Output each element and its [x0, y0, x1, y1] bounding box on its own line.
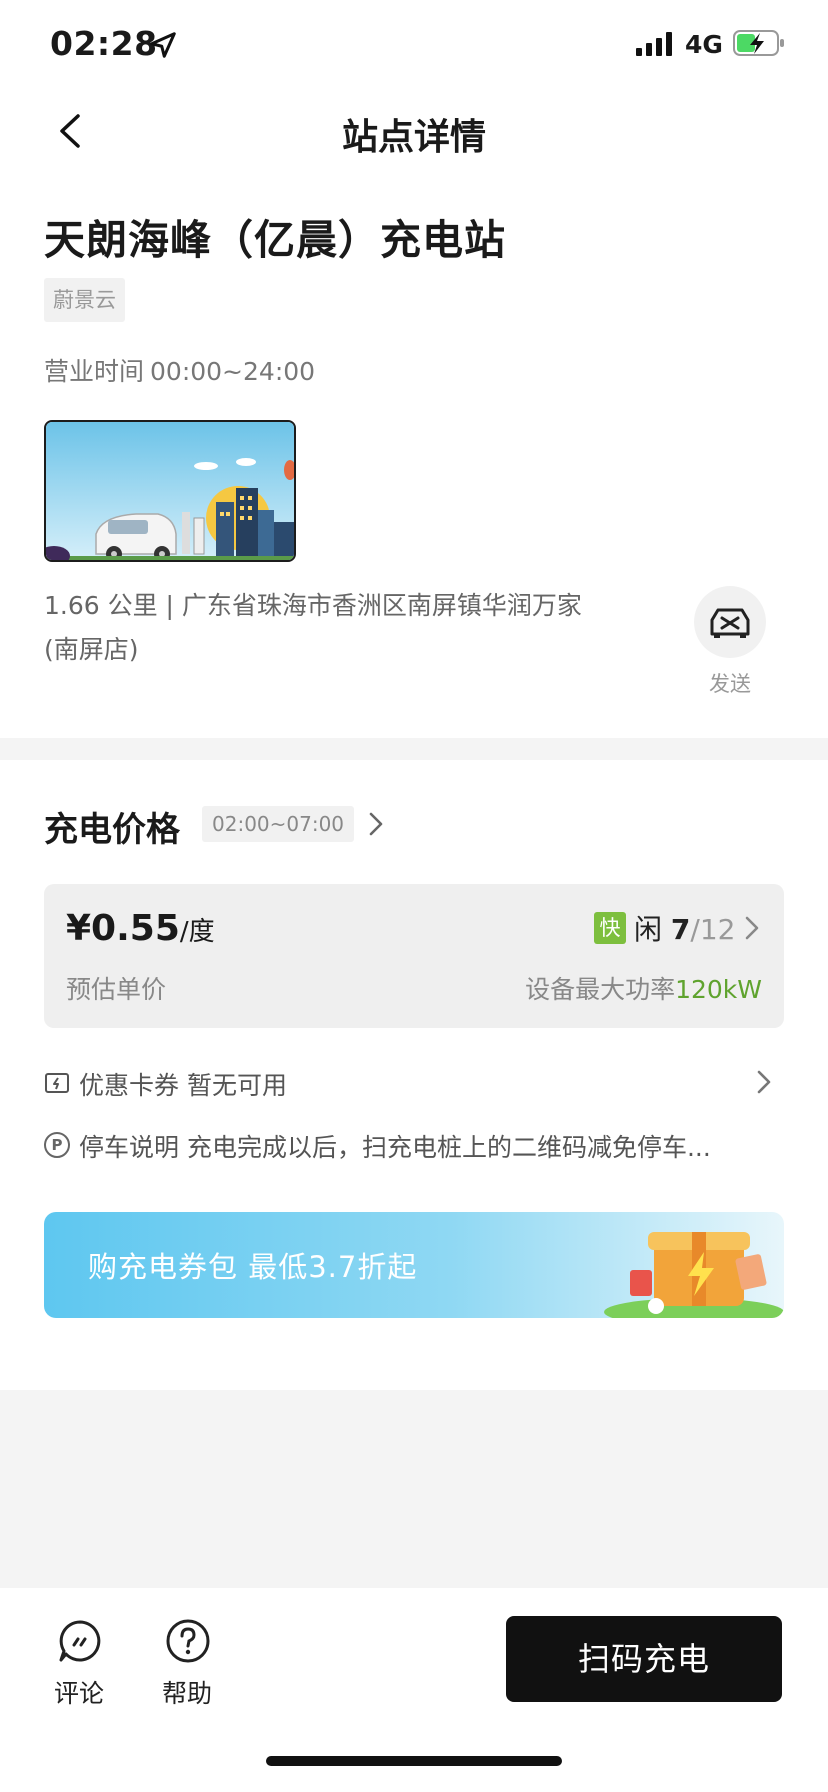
help-button[interactable]: 帮助 — [147, 1618, 227, 1718]
comment-button[interactable]: 评论 — [39, 1618, 119, 1718]
address-line-2: (南屏店) — [44, 635, 139, 664]
station-name: 天朗海峰（亿晨）充电站 — [44, 216, 506, 264]
chevron-right-icon[interactable] — [364, 808, 388, 840]
price-label: 预估单价 — [66, 975, 167, 1004]
parking-row[interactable]: P 停车说明 充电完成以后，扫充电桩上的二维码减免停车... — [44, 1126, 784, 1166]
page-title: 站点详情 — [341, 117, 486, 158]
comment-icon — [59, 1620, 101, 1662]
fast-charge-badge: 快 — [594, 912, 626, 944]
station-info: 天朗海峰（亿晨）充电站 蔚景云 营业时间 00:00~24:00 1.66 公里… — [0, 174, 828, 738]
hours-label: 营业时间 — [44, 357, 145, 386]
price-value: ¥0.55 — [66, 908, 180, 949]
send-to-car-button[interactable] — [694, 586, 766, 658]
idle-label: 闲 — [634, 913, 671, 946]
station-illustration — [46, 422, 294, 560]
coupon-pack-banner[interactable]: 购充电券包 最低3.7折起 — [44, 1212, 784, 1318]
price-time-range[interactable]: 02:00~07:00 — [202, 806, 355, 842]
home-indicator — [266, 1756, 562, 1766]
price-title: 充电价格 — [44, 810, 180, 850]
location-arrow-icon — [150, 32, 176, 58]
station-photo[interactable] — [44, 420, 296, 562]
gift-box-illustration — [604, 1232, 784, 1318]
banner-text: 购充电券包 最低3.7折起 — [88, 1250, 418, 1284]
price-unit: /度 — [179, 917, 215, 947]
comment-label: 评论 — [53, 1679, 104, 1708]
charger-availability: 闲 7/12 — [634, 908, 735, 948]
status-bar: 02:28 4G — [0, 0, 828, 90]
unit-price: ¥0.55/度 — [66, 908, 215, 949]
car-send-icon — [710, 608, 750, 638]
operator-tag: 蔚景云 — [44, 278, 125, 322]
price-section: 充电价格 02:00~07:00 ¥0.55/度 预估单价 快 闲 7/12 设… — [0, 760, 828, 1390]
signal-icon — [636, 32, 672, 56]
network-type: 4G — [685, 30, 723, 59]
help-icon — [166, 1619, 210, 1663]
station-address: 1.66 公里 | 广东省珠海市香洲区南屏镇华润万家 (南屏店) — [44, 584, 644, 672]
send-label: 发送 — [709, 672, 751, 696]
business-hours: 营业时间 00:00~24:00 — [44, 352, 321, 388]
power-value: 120kW — [675, 975, 762, 1004]
scan-charge-button[interactable]: 扫码充电 — [506, 1616, 782, 1702]
battery-charging-icon — [733, 30, 784, 56]
coupon-text: 优惠卡券 暂无可用 — [79, 1071, 287, 1100]
address-line-1: 1.66 公里 | 广东省珠海市香洲区南屏镇华润万家 — [44, 591, 582, 620]
total-count: /12 — [690, 913, 736, 946]
status-time: 02:28 — [50, 24, 158, 63]
chevron-right-icon[interactable] — [754, 1068, 774, 1096]
idle-count: 7 — [670, 913, 691, 946]
power-label: 设备最大功率 — [525, 975, 676, 1004]
help-label: 帮助 — [161, 1679, 212, 1708]
chevron-right-icon[interactable] — [742, 914, 762, 942]
nav-bar: 站点详情 — [0, 90, 828, 174]
parking-icon: P — [44, 1132, 70, 1158]
coupon-row[interactable]: 优惠卡券 暂无可用 — [44, 1064, 784, 1104]
price-card[interactable]: ¥0.55/度 预估单价 快 闲 7/12 设备最大功率120kW — [44, 884, 784, 1028]
parking-text: 停车说明 充电完成以后，扫充电桩上的二维码减免停车... — [79, 1133, 711, 1162]
coupon-icon — [45, 1073, 69, 1093]
hours-value: 00:00~24:00 — [150, 357, 316, 386]
max-power: 设备最大功率120kW — [525, 970, 762, 1006]
